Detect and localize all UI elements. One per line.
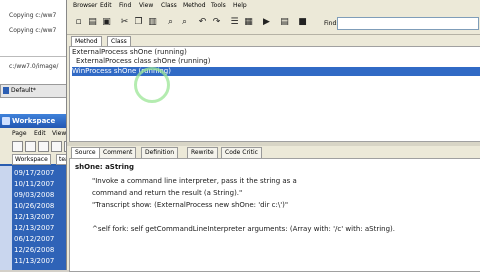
- cursor-highlight: [134, 67, 170, 103]
- stop-icon[interactable]: ■: [297, 17, 308, 28]
- code-line: "Invoke a command line interpreter, pass…: [92, 177, 297, 185]
- code-line: ^self fork: self getCommandLineInterpret…: [92, 225, 395, 233]
- code-line: command and return the result (a String)…: [92, 189, 243, 197]
- workspace-toolbar: [0, 139, 75, 154]
- paste-icon[interactable]: ▥: [147, 17, 158, 28]
- menu-item-browser[interactable]: Browser: [73, 2, 97, 9]
- save-icon[interactable]: [38, 141, 49, 152]
- method-signature: shOne: aString: [75, 163, 135, 171]
- workspace-list: 09/17/2007 10/11/2007 09/03/2008 10/26/2…: [12, 166, 74, 270]
- menu-item-page[interactable]: Page: [12, 130, 27, 137]
- find-input[interactable]: [337, 17, 479, 30]
- tab-workspace[interactable]: Workspace: [12, 154, 51, 165]
- search-next-icon[interactable]: ⌕: [179, 17, 190, 28]
- pane-splitter[interactable]: [67, 142, 480, 146]
- undo-icon[interactable]: ↶: [197, 17, 208, 28]
- copy-icon[interactable]: ❐: [133, 17, 144, 28]
- browser-toolbar: ▫ ▤ ▣ ✂ ❐ ▥ ⌕ ⌕ ↶ ↷ ☰ ▦ ▶ ▤ ■ Find:: [67, 12, 480, 35]
- process-row-selected[interactable]: WinProcess shOne (running): [72, 67, 480, 76]
- class-browser-window: Browser Edit Find View Class Method Tool…: [66, 0, 480, 272]
- console-line: Copying c:/ww7: [9, 12, 57, 19]
- list-item[interactable]: 12/13/2007: [14, 224, 54, 232]
- redo-icon[interactable]: ↷: [211, 17, 222, 28]
- window-icon: [3, 87, 9, 94]
- run-icon[interactable]: ▶: [261, 17, 272, 28]
- list-item[interactable]: 12/26/2008: [14, 246, 54, 254]
- menu-item-find[interactable]: Find: [119, 2, 131, 9]
- menu-item-tools[interactable]: Tools: [211, 2, 226, 9]
- source-editor[interactable]: shOne: aString "Invoke a command line in…: [69, 158, 480, 272]
- menu-item-class[interactable]: Class: [161, 2, 177, 9]
- new-icon[interactable]: ▫: [73, 17, 84, 28]
- search-icon[interactable]: ⌕: [165, 17, 176, 28]
- separator: [0, 56, 74, 57]
- cut-icon[interactable]: [51, 141, 62, 152]
- process-label: ExternalProcess class shOne (running): [76, 57, 211, 65]
- format-icon[interactable]: ▤: [279, 17, 290, 28]
- list-view-icon[interactable]: ☰: [229, 17, 240, 28]
- source-tabs: Source Comment Definition Rewrite Code C…: [71, 147, 331, 159]
- open-icon[interactable]: [25, 141, 36, 152]
- list-item[interactable]: 10/11/2007: [14, 180, 54, 188]
- browser-menubar: Browser Edit Find View Class Method Tool…: [67, 0, 480, 10]
- menu-item-method[interactable]: Method: [183, 2, 206, 9]
- default-label: Default*: [11, 87, 36, 94]
- workspace-gutter: [0, 166, 12, 270]
- menu-item-view[interactable]: View: [139, 2, 153, 9]
- list-item[interactable]: 10/26/2008: [14, 202, 54, 210]
- process-row[interactable]: ExternalProcess shOne (running): [72, 48, 480, 57]
- process-list: ExternalProcess shOne (running) External…: [69, 46, 480, 142]
- console-line: c:/ww7.0/image/: [9, 63, 59, 70]
- workspace-menubar: Page Edit View D: [0, 128, 75, 139]
- code-line: "Transcript show: (ExternalProcess new s…: [92, 201, 289, 209]
- workspace-tabs: Workspace tea: [0, 153, 74, 165]
- menu-item-view[interactable]: View: [52, 130, 66, 137]
- workspace-title: Workspace: [12, 117, 56, 125]
- tree-view-icon[interactable]: ▦: [243, 17, 254, 28]
- save-icon[interactable]: ▣: [101, 17, 112, 28]
- menu-item-edit[interactable]: Edit: [100, 2, 112, 9]
- list-item[interactable]: 06/12/2007: [14, 235, 54, 243]
- method-class-tabs: Method Class: [71, 36, 151, 47]
- workspace-window: Workspace Page Edit View D Workspace tea…: [0, 114, 75, 270]
- workspace-icon: [2, 117, 10, 125]
- scissors-icon[interactable]: ✂: [119, 17, 130, 28]
- menu-item-help[interactable]: Help: [233, 2, 247, 9]
- open-icon[interactable]: ▤: [87, 17, 98, 28]
- console-line: Copying c:/ww7: [9, 27, 57, 34]
- workspace-titlebar[interactable]: Workspace: [0, 114, 74, 128]
- list-item[interactable]: 09/03/2008: [14, 191, 54, 199]
- list-item[interactable]: 12/13/2007: [14, 213, 54, 221]
- default-taskbar-item[interactable]: Default*: [0, 84, 68, 98]
- list-item[interactable]: 11/13/2007: [14, 257, 54, 265]
- process-label: ExternalProcess shOne (running): [72, 48, 187, 56]
- new-icon[interactable]: [12, 141, 23, 152]
- menu-item-edit[interactable]: Edit: [34, 130, 46, 137]
- process-row[interactable]: ExternalProcess class shOne (running): [72, 57, 480, 66]
- list-item[interactable]: 09/17/2007: [14, 169, 54, 177]
